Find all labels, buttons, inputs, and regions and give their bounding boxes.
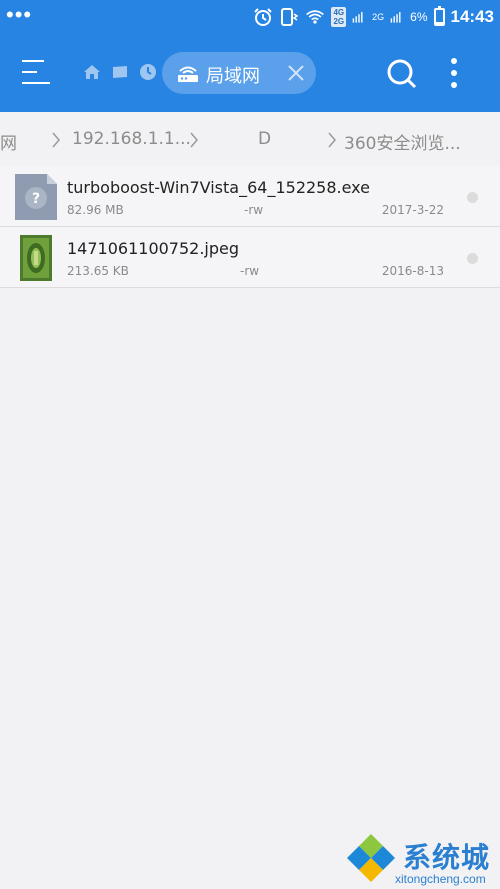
watermark-text: 系统城 [403, 841, 491, 874]
menu-icon [22, 60, 44, 62]
status-right-group: 4G 2G 2G 6% 14:43 [253, 0, 494, 34]
watermark: 系统城 xitongcheng.com [345, 832, 497, 887]
file-list: ? turboboost-Win7Vista_64_152258.exe 82.… [0, 166, 500, 288]
file-name: turboboost-Win7Vista_64_152258.exe [67, 178, 370, 197]
home-icon[interactable] [82, 62, 102, 82]
image-thumbnail [20, 235, 52, 281]
list-item[interactable]: 1471061100752.jpeg 213.65 KB -rw 2016-8-… [0, 227, 500, 288]
tab-lan[interactable]: 局域网 [162, 52, 316, 94]
file-size: 213.65 KB [67, 264, 129, 278]
close-icon[interactable] [286, 63, 306, 83]
breadcrumb-item-host[interactable]: 192.168.1.1... [72, 129, 191, 149]
signal-icon-2 [390, 12, 401, 23]
search-icon[interactable] [386, 58, 418, 90]
phone-vibrate-icon [281, 8, 299, 26]
tab-label: 局域网 [206, 66, 260, 87]
network-type-badge: 4G 2G [331, 7, 347, 27]
more-icon[interactable] [444, 58, 464, 90]
chevron-right-icon [52, 132, 60, 148]
menu-button[interactable] [22, 58, 54, 88]
unknown-file-icon: ? [15, 174, 57, 220]
breadcrumb: 网 192.168.1.1... D 360安全浏览... [0, 112, 500, 166]
file-date: 2017-3-22 [381, 203, 444, 217]
file-permissions: -rw [244, 203, 264, 217]
clock-icon[interactable] [138, 62, 158, 82]
breadcrumb-item-drive[interactable]: D [258, 129, 271, 149]
list-item[interactable]: ? turboboost-Win7Vista_64_152258.exe 82.… [0, 166, 500, 227]
watermark-url: xitongcheng.com [395, 872, 486, 886]
chevron-right-icon [328, 132, 336, 148]
select-checkbox[interactable] [467, 192, 478, 203]
network-bottom-label: 2G [333, 17, 345, 26]
signal-icon [352, 12, 363, 23]
app-bar: 局域网 [0, 34, 500, 112]
watermark-logo-icon [347, 834, 395, 882]
device-icon[interactable] [110, 62, 130, 82]
battery-icon [433, 6, 445, 26]
breadcrumb-item-lan[interactable]: 网 [0, 129, 17, 154]
status-bar: ••• 4G 2G 2G 6% 14:43 [0, 0, 500, 34]
network-top-label: 4G [333, 8, 345, 17]
select-checkbox[interactable] [467, 253, 478, 264]
router-icon [178, 66, 198, 82]
wifi-icon [306, 10, 325, 24]
alarm-icon [254, 8, 273, 26]
chevron-right-icon [190, 132, 198, 148]
file-name: 1471061100752.jpeg [67, 239, 240, 258]
file-date: 2016-8-13 [381, 264, 444, 278]
breadcrumb-item-folder[interactable]: 360安全浏览... [344, 129, 461, 154]
file-permissions: -rw [240, 264, 260, 278]
status-time: 14:43 [450, 7, 494, 26]
notification-dots-icon: ••• [6, 2, 33, 27]
file-size: 82.96 MB [67, 203, 124, 217]
battery-percent: 6% [410, 10, 428, 24]
svg-text:?: ? [32, 191, 40, 207]
network-second-label: 2G [372, 12, 385, 22]
